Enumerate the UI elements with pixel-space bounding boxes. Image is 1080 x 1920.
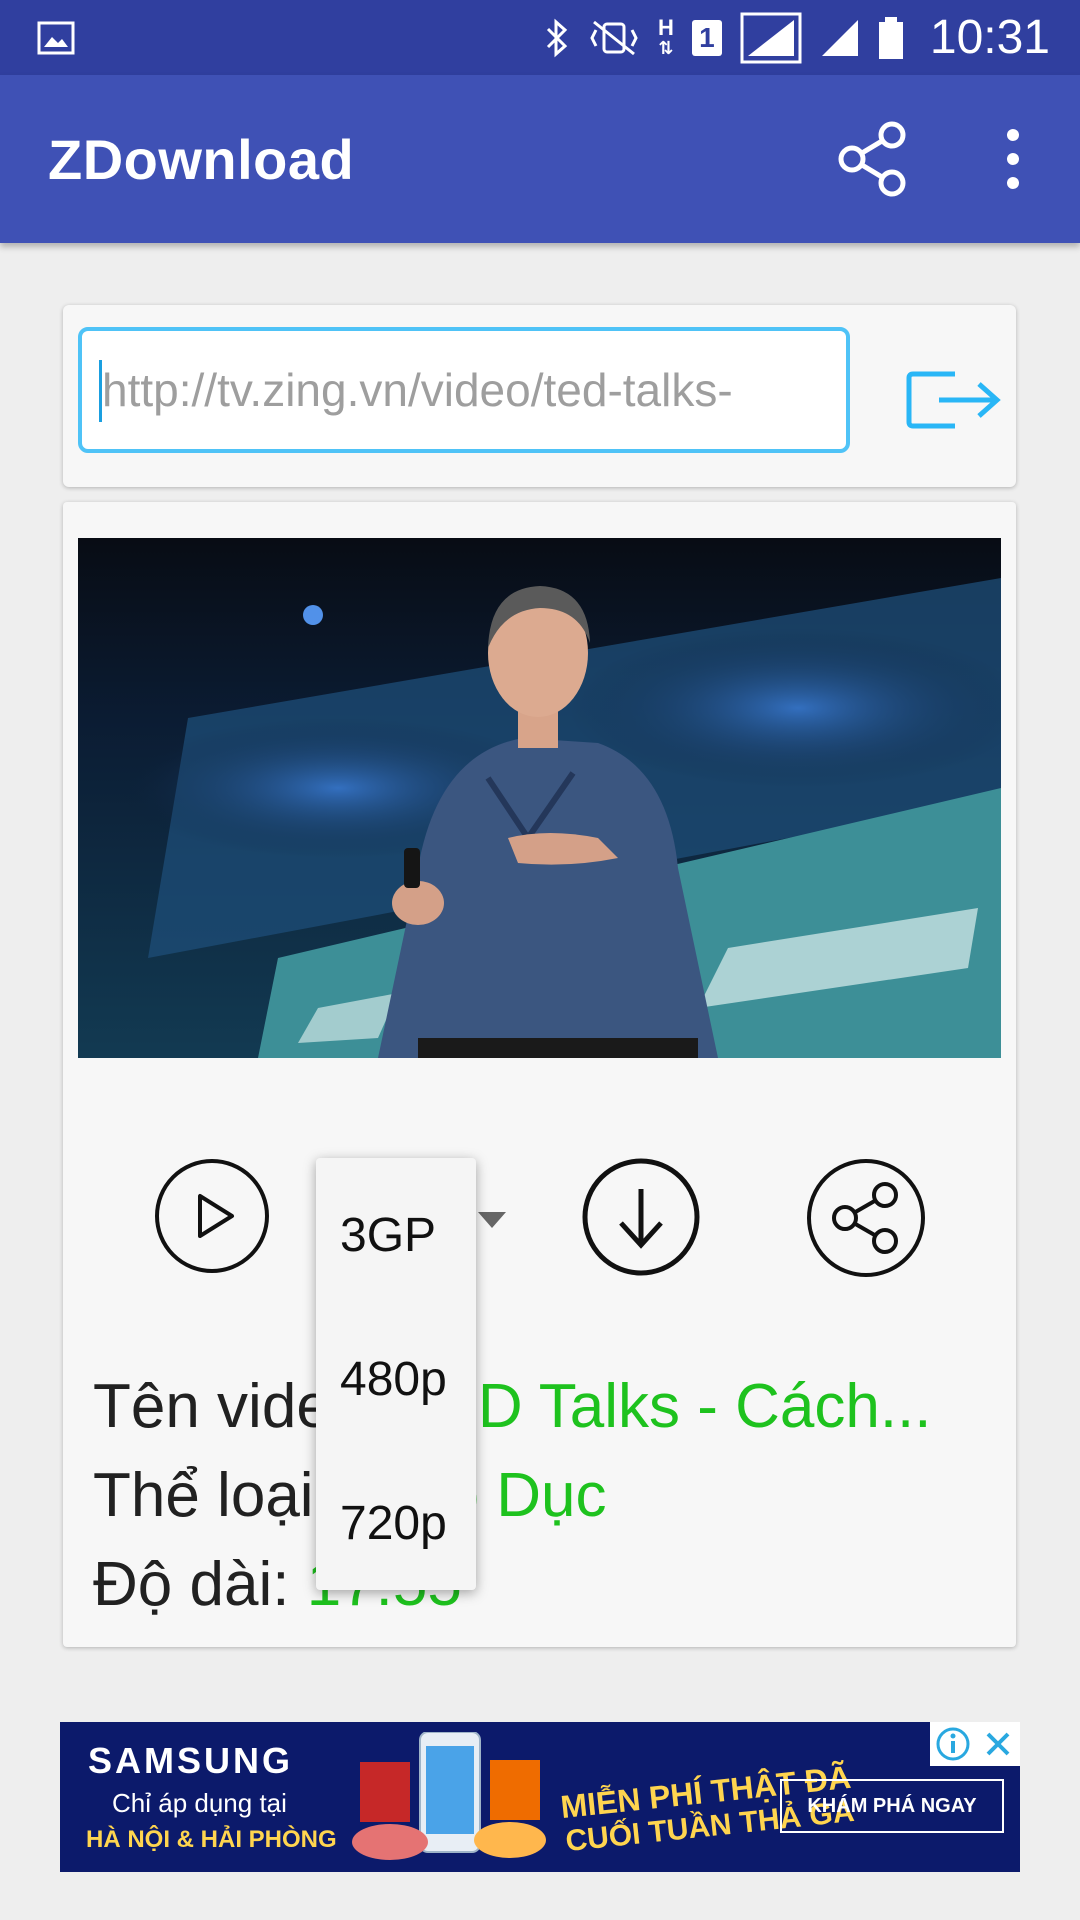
url-input[interactable] — [78, 327, 850, 453]
ad-line-1: Chỉ áp dụng tại — [112, 1788, 287, 1818]
url-card — [63, 305, 1016, 487]
text-cursor — [99, 360, 102, 422]
format-option-720p[interactable]: 720p — [340, 1496, 447, 1551]
ad-line-2: HÀ NỘI & HẢI PHÒNG — [86, 1826, 337, 1853]
download-button[interactable] — [581, 1157, 701, 1277]
video-category-row: Thể loại: Giáo Dục — [93, 1451, 993, 1540]
video-name-row: Tên video: TED Talks - Cách... — [93, 1362, 993, 1451]
gallery-notification-icon — [36, 18, 76, 58]
network-type-icon: H ⇅ — [657, 14, 674, 58]
ad-banner[interactable]: SAMSUNG Chỉ áp dụng tại HÀ NỘI & HẢI PHÒ… — [60, 1722, 1020, 1872]
signal-strength-sim1-icon — [740, 12, 802, 64]
download-arrow-icon — [582, 1158, 700, 1276]
ad-cta-button[interactable]: KHÁM PHÁ NGAY — [780, 1779, 1004, 1833]
more-options-icon[interactable] — [990, 119, 1036, 199]
ad-close-icon[interactable] — [976, 1722, 1020, 1766]
vibrate-mute-icon — [588, 18, 640, 58]
bluetooth-icon — [544, 18, 570, 58]
status-bar: H ⇅ 1 10:31 — [0, 0, 1080, 75]
share-icon[interactable] — [832, 119, 912, 199]
go-button[interactable] — [905, 360, 1005, 440]
video-category-label: Thể loại: — [93, 1461, 331, 1530]
video-info: Tên video: TED Talks - Cách... Thể loại:… — [93, 1362, 993, 1629]
status-time: 10:31 — [929, 11, 1050, 64]
sim-1-icon: 1 — [691, 19, 722, 56]
play-icon — [155, 1159, 269, 1273]
format-dropdown-arrow-icon[interactable] — [476, 1210, 508, 1230]
app-bar: ZDownload — [0, 75, 1080, 243]
app-title: ZDownload — [48, 128, 355, 191]
ad-info-icon[interactable] — [930, 1722, 976, 1766]
format-option-480p[interactable]: 480p — [340, 1352, 447, 1407]
signal-strength-sim2-icon — [820, 18, 860, 58]
format-option-3gp[interactable]: 3GP — [340, 1208, 436, 1263]
share-video-button[interactable] — [805, 1157, 927, 1279]
battery-icon — [878, 16, 904, 60]
share-icon — [807, 1159, 925, 1277]
ad-brand: SAMSUNG — [88, 1740, 294, 1781]
video-name-value: TED Talks - Cách... — [398, 1372, 932, 1441]
video-duration-row: Độ dài: 17:55 — [93, 1540, 993, 1629]
video-duration-label: Độ dài: — [93, 1550, 290, 1619]
video-card: Tên video: TED Talks - Cách... Thể loại:… — [63, 502, 1016, 1647]
format-dropdown-menu: 3GP 480p 720p — [316, 1158, 476, 1590]
speaker-on-stage-image — [78, 538, 1001, 1058]
video-thumbnail[interactable] — [78, 538, 1001, 1058]
ad-phone-products-image — [352, 1732, 546, 1860]
exit-arrow-icon — [906, 371, 1001, 429]
play-button[interactable] — [153, 1157, 271, 1275]
